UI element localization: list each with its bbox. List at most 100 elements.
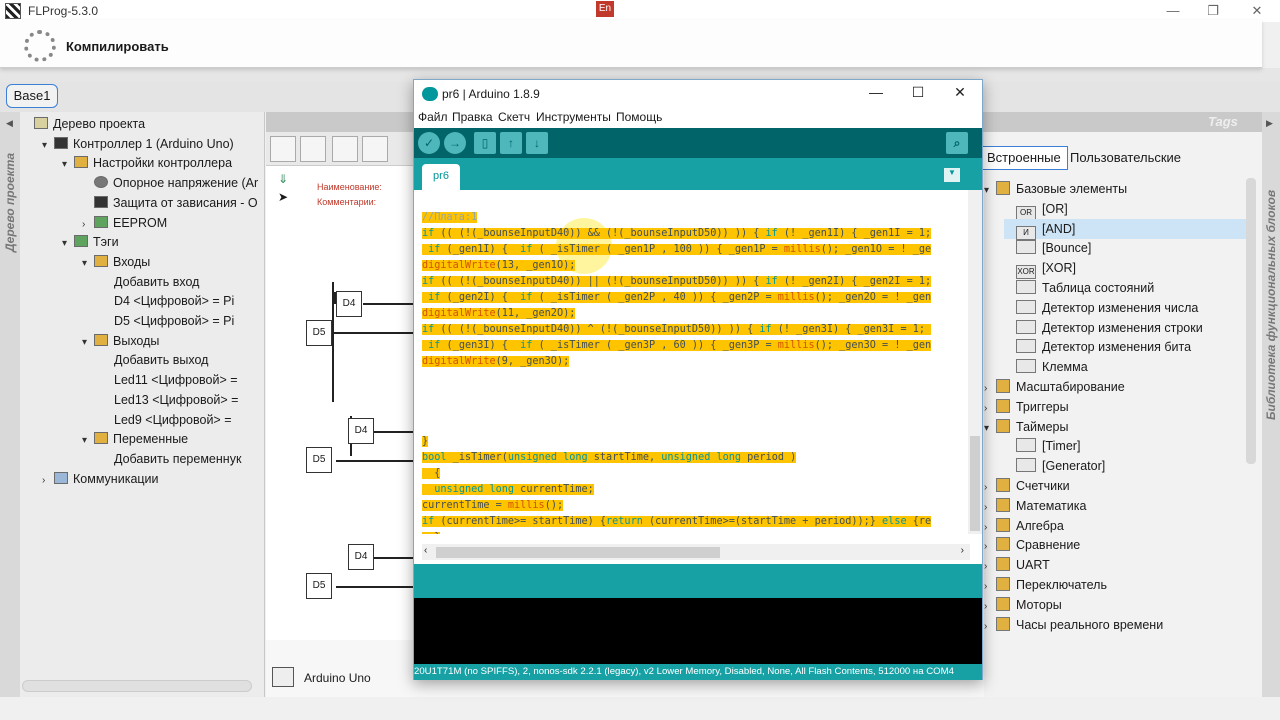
- tree-item[interactable]: Led9 <Цифровой> =: [102, 410, 232, 430]
- library-item[interactable]: › Алгебра: [984, 516, 1246, 536]
- open-sketch-icon[interactable]: ↑: [500, 132, 522, 154]
- tree-item[interactable]: Защита от зависания - О: [82, 193, 258, 213]
- library-item[interactable]: › Сравнение: [984, 535, 1246, 555]
- collapse-left-arrow-icon[interactable]: ◀: [6, 118, 13, 129]
- code-line[interactable]: if (( (!(_bounseInputD40)) || (!(_bounse…: [422, 274, 932, 290]
- tree-item[interactable]: ▾ Тэги: [62, 232, 119, 252]
- restore-button[interactable]: ❐: [1190, 0, 1236, 22]
- tree-item[interactable]: › EEPROM: [82, 213, 167, 233]
- code-line[interactable]: bool _isTimer(unsigned long startTime, u…: [422, 450, 797, 466]
- tree-item[interactable]: Led13 <Цифровой> =: [102, 390, 238, 410]
- code-line[interactable]: //Плата:1: [422, 210, 478, 226]
- tab-pr6[interactable]: pr6: [422, 164, 460, 190]
- menu-edit[interactable]: Правка: [452, 110, 493, 124]
- tab-builtin[interactable]: Встроенные: [980, 146, 1068, 170]
- library-item[interactable]: [Generator]: [1004, 456, 1246, 476]
- code-line[interactable]: currentTime = millis();: [422, 498, 564, 514]
- expand-arrow-icon[interactable]: ▾: [82, 333, 94, 353]
- input-block-d4[interactable]: D4: [336, 291, 362, 317]
- ide-minimize-button[interactable]: —: [854, 84, 898, 104]
- camera-icon[interactable]: [270, 136, 296, 162]
- tree-item[interactable]: D4 <Цифровой> = Pi: [102, 291, 234, 311]
- scroll-right-icon[interactable]: ›: [961, 545, 964, 556]
- code-line[interactable]: }: [422, 530, 441, 534]
- upload-icon[interactable]: →: [444, 132, 466, 154]
- tab-arduino-uno[interactable]: Arduino Uno: [304, 671, 371, 685]
- library-item[interactable]: › Часы реального времени: [984, 615, 1246, 635]
- code-line[interactable]: {: [422, 466, 441, 482]
- input-block-d5[interactable]: D5: [306, 447, 332, 473]
- scroll-left-icon[interactable]: ‹: [424, 545, 427, 556]
- input-block-d4[interactable]: D4: [348, 418, 374, 444]
- menu-help[interactable]: Помощь: [616, 110, 662, 124]
- tab-user[interactable]: Пользовательские: [1063, 146, 1188, 170]
- library-item[interactable]: Детектор изменения строки: [1004, 318, 1246, 338]
- tab-base1[interactable]: Base1: [6, 84, 58, 108]
- tree-item[interactable]: ▾ Входы: [82, 252, 150, 272]
- serial-monitor-icon[interactable]: ⌕: [946, 132, 968, 154]
- library-vertical-tab[interactable]: Библиотека функциональных блоков: [1262, 112, 1280, 697]
- menu-tools[interactable]: Инструменты: [536, 110, 611, 124]
- tree-item[interactable]: ▾ Переменные: [82, 429, 188, 449]
- tree-item[interactable]: ▾ Настройки контроллера: [62, 153, 232, 173]
- code-line[interactable]: unsigned long currentTime;: [422, 482, 594, 498]
- input-block-d5[interactable]: D5: [306, 320, 332, 346]
- library-item[interactable]: [Bounce]: [1004, 238, 1246, 258]
- library-item[interactable]: Детектор изменения числа: [1004, 298, 1246, 318]
- tree-item[interactable]: › Коммуникации: [42, 469, 159, 489]
- tree-item[interactable]: D5 <Цифровой> = Pi: [102, 311, 234, 331]
- ide-maximize-button[interactable]: ☐: [896, 84, 940, 104]
- expand-arrow-icon[interactable]: ▾: [82, 254, 94, 274]
- tree-item[interactable]: Дерево проекта: [22, 114, 145, 134]
- code-line[interactable]: if (( (!(_bounseInputD40)) && (!(_bounse…: [422, 226, 932, 242]
- code-line[interactable]: if (_gen2I) { if ( _isTimer ( _gen2P , 4…: [422, 290, 932, 306]
- expand-arrow-icon[interactable]: ▾: [42, 136, 54, 156]
- code-line[interactable]: if (currentTime>= startTime) {return (cu…: [422, 514, 932, 530]
- tree-item[interactable]: ▾ Выходы: [82, 331, 159, 351]
- move-up-icon[interactable]: [332, 136, 358, 162]
- library-item[interactable]: › UART: [984, 555, 1246, 575]
- tree-item[interactable]: ▾ Контроллер 1 (Arduino Uno): [42, 134, 234, 154]
- tree-item[interactable]: Добавить выход: [102, 350, 208, 370]
- expand-arrow-icon[interactable]: ›: [984, 617, 996, 637]
- menu-sketch[interactable]: Скетч: [498, 110, 530, 124]
- editor-horizontal-thumb[interactable]: [436, 547, 720, 558]
- tree-item[interactable]: Добавить переменнук: [102, 449, 241, 469]
- verify-icon[interactable]: ✓: [418, 132, 440, 154]
- code-line[interactable]: }: [422, 434, 429, 450]
- code-editor[interactable]: //Плата:1 if (( (!(_bounseInputD40)) && (…: [414, 190, 968, 534]
- close-button[interactable]: ✕: [1234, 0, 1280, 22]
- library-item[interactable]: › Масштабирование: [984, 377, 1246, 397]
- library-vertical-scrollbar[interactable]: [1246, 178, 1256, 464]
- code-line[interactable]: if (_gen1I) { if ( _isTimer ( _gen1P , 1…: [422, 242, 932, 258]
- language-badge[interactable]: En: [596, 1, 614, 17]
- tree-item[interactable]: Опорное напряжение (Ar: [82, 173, 258, 193]
- tree-item[interactable]: Добавить вход: [102, 272, 199, 292]
- expand-arrow-icon[interactable]: ›: [42, 471, 54, 491]
- delete-block-icon[interactable]: [300, 136, 326, 162]
- library-item[interactable]: › Математика: [984, 496, 1246, 516]
- left-horizontal-scrollbar[interactable]: [22, 680, 252, 692]
- library-item[interactable]: › Моторы: [984, 595, 1246, 615]
- code-line[interactable]: if (_gen3I) { if ( _isTimer ( _gen3P , 6…: [422, 338, 932, 354]
- expand-arrow-icon[interactable]: ▾: [82, 431, 94, 451]
- library-item[interactable]: OR [OR]: [1004, 199, 1246, 220]
- library-item[interactable]: Детектор изменения бита: [1004, 337, 1246, 357]
- library-item[interactable]: › Триггеры: [984, 397, 1246, 417]
- library-item[interactable]: ▾ Таймеры: [984, 417, 1246, 437]
- editor-vertical-thumb[interactable]: [970, 436, 980, 531]
- menu-file[interactable]: Файл: [418, 110, 448, 124]
- library-item[interactable]: › Переключатель: [984, 575, 1246, 595]
- library-item[interactable]: [Timer]: [1004, 436, 1246, 456]
- new-sketch-icon[interactable]: ▯: [474, 132, 496, 154]
- input-block-d4[interactable]: D4: [348, 544, 374, 570]
- project-tree-vertical-tab[interactable]: Дерево проекта: [0, 112, 20, 697]
- library-item[interactable]: › Счетчики: [984, 476, 1246, 496]
- collapse-right-arrow-icon[interactable]: ▶: [1266, 118, 1273, 129]
- tab-menu-dropdown-icon[interactable]: ▼: [944, 168, 960, 182]
- code-line[interactable]: if (( (!(_bounseInputD40)) ^ (!(_bounseI…: [422, 322, 932, 338]
- expand-arrow-icon[interactable]: ▾: [62, 234, 74, 254]
- ide-close-button[interactable]: ✕: [938, 84, 982, 104]
- code-line[interactable]: digitalWrite(13, _gen1O);: [422, 258, 576, 274]
- expand-arrow-icon[interactable]: ▾: [984, 181, 996, 201]
